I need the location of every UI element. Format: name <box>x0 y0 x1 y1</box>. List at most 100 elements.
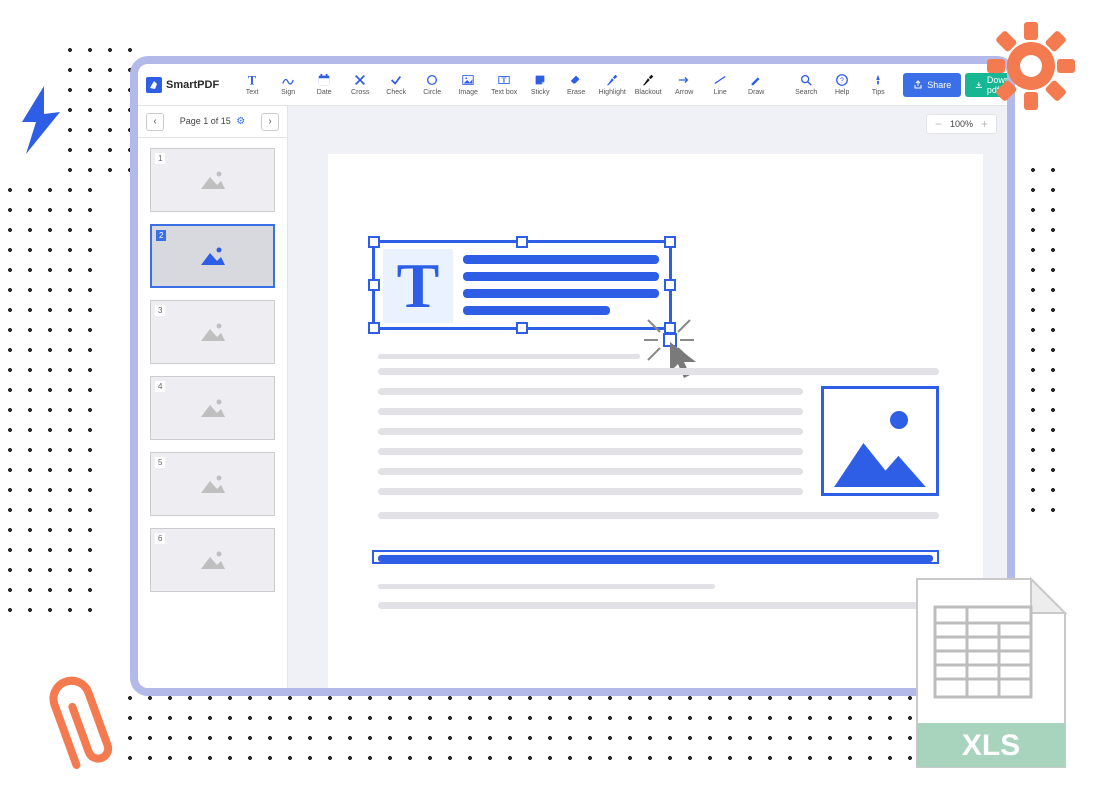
page-thumbnail[interactable]: 2 <box>150 224 275 288</box>
image-placeholder-icon <box>199 245 227 267</box>
textbox-selection[interactable]: T <box>372 240 672 330</box>
gear-icon[interactable]: ⚙ <box>236 116 245 127</box>
gear-icon <box>987 22 1075 110</box>
blackout-icon <box>641 73 655 87</box>
tool-search[interactable]: Search <box>789 73 823 96</box>
circle-icon <box>425 73 439 87</box>
image-placeholder[interactable] <box>821 386 939 496</box>
image-placeholder-icon <box>199 169 227 191</box>
mountain-icon <box>830 395 930 487</box>
help-icon: ? <box>835 73 849 87</box>
tool-image[interactable]: Image <box>451 73 485 96</box>
text-icon: T <box>245 73 259 87</box>
sign-icon <box>281 73 295 87</box>
tool-text[interactable]: TText <box>235 73 269 96</box>
decoration-dots <box>0 180 100 620</box>
image-placeholder-icon <box>199 473 227 495</box>
tool-date[interactable]: Date <box>307 73 341 96</box>
sidebar-header: ‹ Page 1 of 15 ⚙ › <box>138 106 287 138</box>
tool-help[interactable]: ?Help <box>825 73 859 96</box>
erase-icon <box>569 73 583 87</box>
tool-check[interactable]: Check <box>379 73 413 96</box>
zoom-out-button[interactable]: − <box>935 118 942 130</box>
cross-icon <box>353 73 367 87</box>
text-block <box>378 584 939 622</box>
textbox-lines <box>463 255 659 323</box>
arrow-icon <box>677 73 691 87</box>
draw-icon <box>749 73 763 87</box>
brand-icon <box>146 77 162 93</box>
tool-textbox[interactable]: TText box <box>487 73 521 96</box>
tool-circle[interactable]: Circle <box>415 73 449 96</box>
tool-sign[interactable]: Sign <box>271 73 305 96</box>
line-icon <box>713 73 727 87</box>
tool-draw[interactable]: Draw <box>739 73 773 96</box>
image-icon <box>461 73 475 87</box>
share-icon <box>913 80 923 90</box>
toolbar: SmartPDF TText Sign Date Cross Check Cir… <box>138 64 1007 106</box>
page-thumbnail[interactable]: 1 <box>150 148 275 212</box>
line-selection[interactable] <box>372 550 939 564</box>
calendar-icon <box>317 73 331 87</box>
page-thumbnail[interactable]: 5 <box>150 452 275 516</box>
search-icon <box>799 73 813 87</box>
textbox-icon: T <box>497 73 511 87</box>
zoom-in-button[interactable]: + <box>981 118 988 130</box>
tool-erase[interactable]: Erase <box>559 73 593 96</box>
svg-text:T: T <box>248 73 256 87</box>
editor-canvas[interactable]: − 100% + T <box>288 106 1007 688</box>
decoration-dots <box>60 40 140 180</box>
tool-highlight[interactable]: Highlight <box>595 73 629 96</box>
prev-page-button[interactable]: ‹ <box>146 113 164 131</box>
bolt-icon <box>16 86 66 156</box>
check-icon <box>389 73 403 87</box>
next-page-button[interactable]: › <box>261 113 279 131</box>
resize-handle[interactable] <box>516 322 528 334</box>
share-button[interactable]: Share <box>903 73 961 97</box>
tool-group-utility: Search ?Help Tips <box>789 73 895 96</box>
resize-handle[interactable] <box>664 279 676 291</box>
zoom-value: 100% <box>950 119 973 129</box>
download-icon <box>975 80 983 90</box>
svg-text:XLS: XLS <box>962 729 1020 762</box>
text-line <box>378 368 939 388</box>
app-window: SmartPDF TText Sign Date Cross Check Cir… <box>130 56 1015 696</box>
resize-handle[interactable] <box>368 322 380 334</box>
document-page[interactable]: T <box>328 154 983 694</box>
thumbnail-list[interactable]: 1 2 3 4 5 6 <box>138 138 287 688</box>
svg-text:?: ? <box>840 78 844 85</box>
tool-sticky[interactable]: Sticky <box>523 73 557 96</box>
paperclip-icon <box>45 660 125 780</box>
sticky-icon <box>533 73 547 87</box>
image-placeholder-icon <box>199 321 227 343</box>
tool-tips[interactable]: Tips <box>861 73 895 96</box>
tool-cross[interactable]: Cross <box>343 73 377 96</box>
brand-logo[interactable]: SmartPDF <box>146 77 219 93</box>
resize-handle[interactable] <box>368 236 380 248</box>
text-line <box>378 512 939 532</box>
app-body: ‹ Page 1 of 15 ⚙ › 1 2 3 4 5 6 − 100% + <box>138 106 1007 688</box>
text-block <box>378 388 803 508</box>
xls-file-icon: XLS <box>911 573 1071 778</box>
brand-name: SmartPDF <box>166 79 219 91</box>
image-placeholder-icon <box>199 397 227 419</box>
page-thumbnail[interactable]: 4 <box>150 376 275 440</box>
page-thumbnail[interactable]: 6 <box>150 528 275 592</box>
decoration-dots <box>120 688 960 768</box>
resize-handle[interactable] <box>664 236 676 248</box>
resize-handle[interactable] <box>368 279 380 291</box>
tool-blackout[interactable]: Blackout <box>631 73 665 96</box>
svg-text:T: T <box>502 77 507 85</box>
highlight-icon <box>605 73 619 87</box>
textbox-glyph: T <box>383 249 453 323</box>
sidebar: ‹ Page 1 of 15 ⚙ › 1 2 3 4 5 6 <box>138 106 288 688</box>
image-placeholder-icon <box>199 549 227 571</box>
resize-handle[interactable] <box>516 236 528 248</box>
page-thumbnail[interactable]: 3 <box>150 300 275 364</box>
tool-arrow[interactable]: Arrow <box>667 73 701 96</box>
zoom-control: − 100% + <box>926 114 997 134</box>
tool-group-edit: TText Sign Date Cross Check Circle Image… <box>235 73 773 96</box>
page-indicator: Page 1 of 15 ⚙ <box>180 116 246 127</box>
tool-line[interactable]: Line <box>703 73 737 96</box>
tips-icon <box>871 73 885 87</box>
